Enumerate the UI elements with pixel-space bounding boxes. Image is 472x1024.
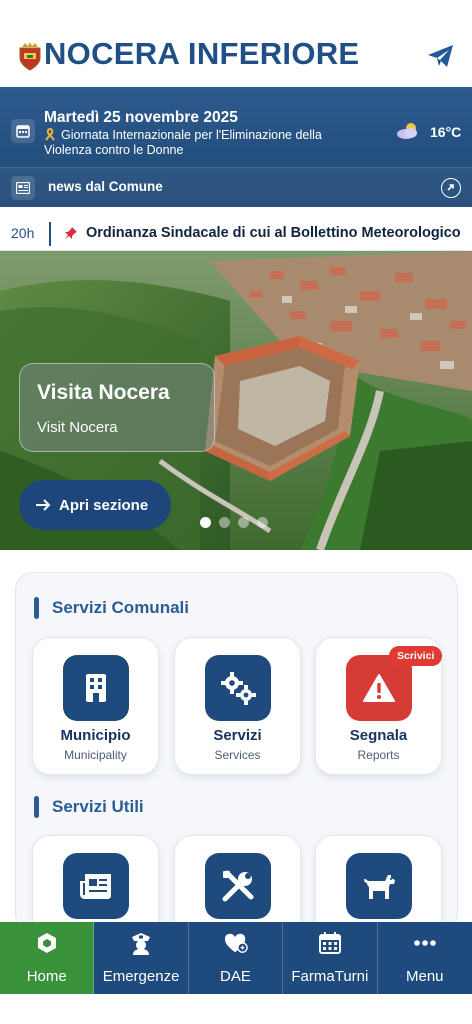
newspaper-icon [63,853,129,919]
info-band: Martedì 25 novembre 2025 Giornata Intern… [0,87,472,207]
section-header-utili: Servizi Utili [34,796,144,818]
carousel-dot-4[interactable] [257,517,268,528]
tile-municipio[interactable]: Municipio Municipality [32,637,159,775]
tile-sublabel: Municipality [64,748,127,762]
section-bar [34,597,39,619]
carousel-dot-2[interactable] [219,517,230,528]
tile-label: Segnala [349,727,408,744]
bottom-nav: Home Emergenze DAE FarmaTurni Menu [0,922,472,994]
tile-label: Servizi [213,727,262,744]
carousel-dot-3[interactable] [238,517,249,528]
open-external-icon[interactable] [441,178,461,198]
tools-icon [205,853,271,919]
gears-icon [205,655,271,721]
tile-sublabel: Reports [357,748,400,762]
building-icon [63,655,129,721]
nav-dae[interactable]: DAE [189,922,284,994]
temperature: 16°C [430,124,462,140]
badge-scrivici: Scrivici [389,646,443,666]
section-title-utili: Servizi Utili [52,797,144,816]
hero-card: Visita Nocera Visit Nocera [19,363,215,452]
hero-carousel[interactable]: Visita Nocera Visit Nocera Apri sezione [0,251,472,550]
section-title-comunali: Servizi Comunali [52,598,189,617]
partly-cloudy-icon [397,123,417,139]
open-section-label: Apri sezione [59,496,149,514]
arrow-right-icon [36,499,51,511]
carousel-dots [200,517,268,528]
defibrillator-heart-icon [224,931,248,955]
home-icon [35,931,59,955]
nav-label: Home [26,968,67,985]
services-panel: Servizi Comunali Municipio Municipality [15,572,458,932]
date-text: Martedì 25 novembre 2025 [44,109,238,126]
tile-segnala[interactable]: Scrivici Segnala Reports [315,637,443,775]
date-row: Martedì 25 novembre 2025 Giornata Intern… [0,87,472,161]
tile-servizi[interactable]: Servizi Services [174,637,301,775]
nav-label: Emergenze [102,968,180,985]
news-label: news dal Comune [48,179,163,194]
ticker-headline: Ordinanza Sindacale di cui al Bollettino… [86,225,461,241]
awareness-ribbon-icon [45,128,55,141]
section-header-comunali: Servizi Comunali [34,597,189,619]
hero-subtitle: Visit Nocera [37,419,118,436]
tile-sublabel: Services [214,748,261,762]
nav-menu[interactable]: Menu [378,922,472,994]
section-bar [34,796,39,818]
tile-utili-news[interactable] [32,835,159,931]
open-section-button[interactable]: Apri sezione [19,480,171,530]
more-dots-icon [413,931,437,955]
hero-title: Visita Nocera [37,381,170,404]
nav-label: DAE [220,968,251,985]
pin-icon [65,227,77,239]
bottom-safe-area [0,994,472,1024]
nav-label: Menu [405,968,444,985]
calendar-icon [11,119,35,143]
news-ticker[interactable]: 20h Ordinanza Sindacale di cui al Bollet… [0,207,472,251]
ticker-divider [49,222,51,246]
tile-label: Municipio [60,727,131,744]
app-title: NOCERA INFERIORE [44,36,360,71]
event-text: Giornata Internazionale per l'Eliminazio… [44,128,362,158]
nav-emergenze[interactable]: Emergenze [94,922,189,994]
nav-home[interactable]: Home [0,922,95,994]
dog-icon [346,853,412,919]
event-label: Giornata Internazionale per l'Eliminazio… [44,128,322,157]
news-row[interactable]: news dal Comune [0,167,472,207]
app-header: NOCERA INFERIORE [0,0,472,87]
police-icon [129,931,153,955]
tile-utili-pets[interactable] [315,835,442,931]
nav-label: FarmaTurni [291,968,369,985]
calendar-icon [318,931,342,955]
carousel-dot-1[interactable] [200,517,211,528]
ticker-time: 20h [11,225,35,241]
tile-utili-tools[interactable] [174,835,301,931]
telegram-send-icon[interactable] [426,42,456,70]
newspaper-icon [11,176,35,200]
city-crest-icon [19,42,41,71]
nav-farmaturni[interactable]: FarmaTurni [283,922,378,994]
